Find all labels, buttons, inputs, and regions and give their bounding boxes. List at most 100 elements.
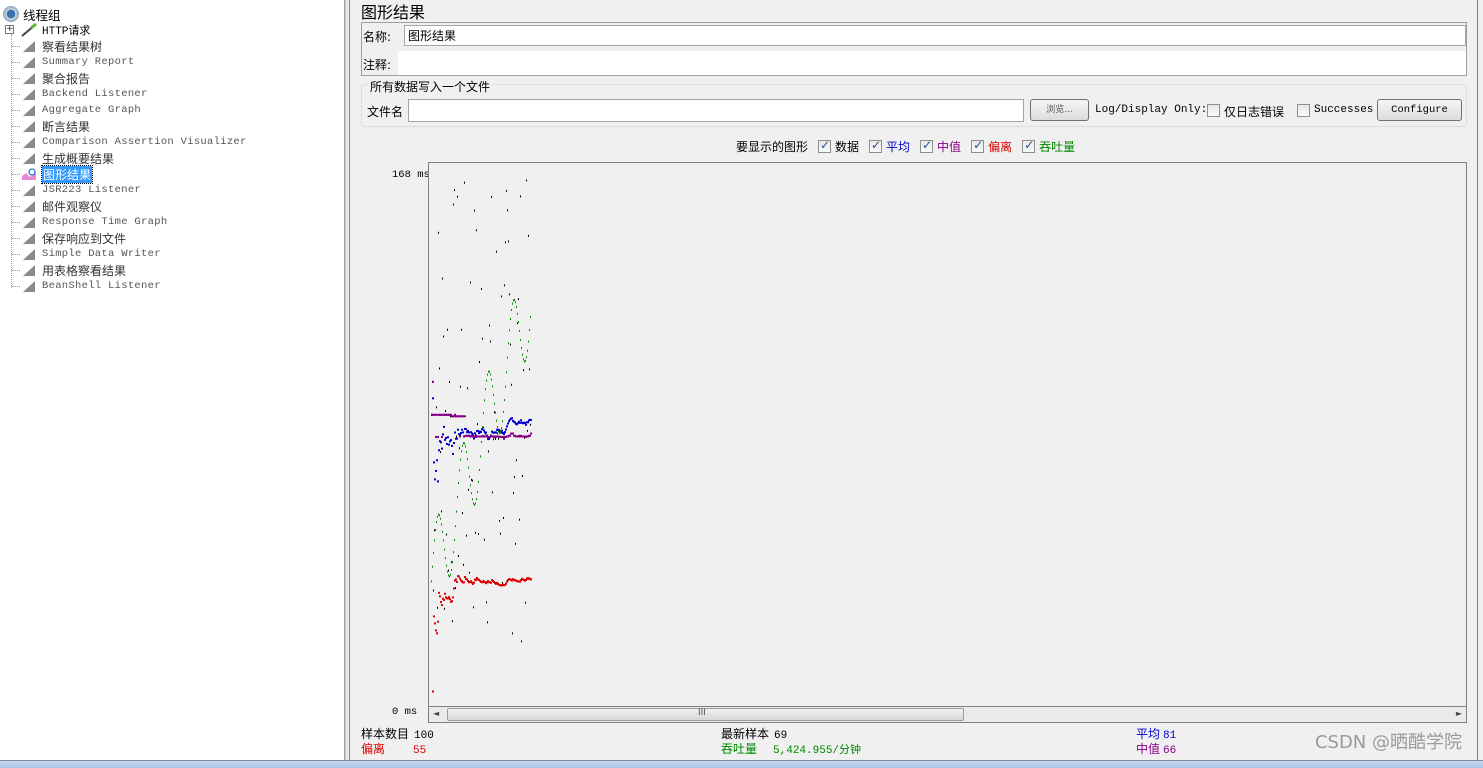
throughput-point	[474, 503, 475, 506]
throughput-point	[444, 548, 445, 551]
tree-node-listener[interactable]: 用表格察看结果	[22, 262, 126, 278]
graph-option-0[interactable]: 数据	[818, 138, 859, 155]
filename-input[interactable]	[408, 99, 1024, 122]
test-plan-tree[interactable]: Test Plan 线程组 + HTTP请求 察看结果树 Summary Repo…	[0, 0, 345, 760]
data-point	[444, 607, 445, 610]
data-point	[475, 531, 476, 534]
graph-option-label: 偏离	[988, 139, 1013, 154]
tree-node-listener[interactable]: 聚合报告	[22, 70, 90, 86]
successes-checkbox[interactable]	[1297, 104, 1310, 117]
tree-node-listener[interactable]: Simple Data Writer	[22, 246, 161, 262]
errors-only-checkbox[interactable]	[1207, 104, 1220, 117]
graph-option-checkbox[interactable]	[869, 138, 883, 153]
average-point	[501, 429, 503, 432]
throughput-point	[452, 561, 453, 564]
taskbar-strip	[0, 760, 1483, 768]
data-point	[518, 298, 519, 301]
average-point	[442, 433, 444, 436]
median-point	[431, 413, 433, 416]
throughput-point	[485, 388, 486, 391]
scrollbar-thumb[interactable]: III	[447, 708, 964, 721]
data-point	[497, 432, 498, 435]
tree-node-listener[interactable]: BeanShell Listener	[22, 278, 161, 294]
throughput-point	[461, 450, 462, 453]
data-point	[513, 491, 514, 494]
graph-option-checkbox[interactable]	[1022, 138, 1036, 153]
tree-node-listener[interactable]: Response Time Graph	[22, 214, 167, 230]
tree-node-listener[interactable]: Aggregate Graph	[22, 102, 141, 118]
throughput-point	[479, 469, 480, 472]
throughput-point	[522, 353, 523, 356]
throughput-point	[480, 455, 481, 458]
deviation-point	[473, 581, 475, 584]
graph-option-4[interactable]: 吞吐量	[1022, 138, 1075, 155]
throughput-point	[459, 469, 460, 472]
throughput-point	[524, 360, 525, 363]
throughput-point	[471, 492, 472, 495]
tree-node-listener[interactable]: 生成概要结果	[22, 150, 114, 166]
average-point	[462, 431, 464, 434]
tree-node-listener[interactable]: 察看结果树	[22, 38, 102, 54]
listener-chart-icon	[22, 56, 36, 68]
tree-connector-line	[12, 270, 20, 271]
name-input[interactable]: 图形结果	[404, 25, 1466, 46]
graph-horizontal-scrollbar[interactable]: ◄ III ►	[428, 706, 1467, 723]
tree-node-listener[interactable]: JSR223 Listener	[22, 182, 141, 198]
throughput-point	[516, 306, 517, 309]
median-point	[529, 434, 531, 437]
tree-node-listener[interactable]: 图形结果	[22, 164, 94, 184]
results-graph-svg	[431, 179, 532, 693]
throughput-point	[465, 445, 466, 448]
listener-chart-icon	[22, 152, 36, 164]
average-point	[437, 480, 439, 483]
scroll-left-arrow-icon[interactable]: ◄	[433, 709, 439, 718]
tree-node-thread-group[interactable]: 线程组	[3, 6, 61, 23]
average-point	[519, 421, 521, 424]
median-point	[503, 437, 505, 440]
average-point	[444, 438, 446, 441]
throughput-point	[439, 514, 440, 517]
data-point	[493, 438, 494, 441]
data-point	[454, 189, 455, 192]
average-point	[447, 436, 449, 439]
comment-input[interactable]	[398, 51, 1466, 75]
average-point	[453, 442, 455, 445]
data-point	[499, 519, 500, 522]
graph-option-checkbox[interactable]	[818, 138, 832, 153]
average-point	[445, 436, 447, 439]
throughput-point	[521, 346, 522, 349]
tree-node-listener[interactable]: Backend Listener	[22, 86, 148, 102]
average-point	[504, 431, 506, 434]
median-point	[459, 435, 461, 438]
median-point	[464, 415, 466, 418]
tree-node-listener[interactable]: 邮件观察仪	[22, 198, 102, 214]
configure-button[interactable]: Configure	[1377, 99, 1462, 121]
graph-option-2[interactable]: 中值	[920, 138, 961, 155]
data-point	[477, 423, 478, 426]
tree-node-listener[interactable]: 断言结果	[22, 118, 90, 134]
deviation-point	[432, 690, 434, 693]
data-point	[508, 240, 509, 243]
tree-node-listener[interactable]: Comparison Assertion Visualizer	[22, 134, 247, 150]
average-point	[456, 437, 458, 440]
tree-node-label: Aggregate Graph	[42, 104, 142, 116]
graph-option-3[interactable]: 偏离	[971, 138, 1012, 155]
median-point	[458, 415, 460, 418]
graph-option-checkbox[interactable]	[971, 138, 985, 153]
data-point	[446, 533, 447, 536]
tree-root-label[interactable]: Test Plan	[4, 0, 63, 4]
throughput-point	[436, 521, 437, 524]
browse-button[interactable]: 浏览...	[1030, 99, 1089, 121]
average-point	[472, 433, 474, 436]
tree-node-listener[interactable]: Summary Report	[22, 54, 134, 70]
graph-option-1[interactable]: 平均	[869, 138, 910, 155]
graph-results-icon	[22, 168, 36, 180]
expand-toggle-icon[interactable]: +	[5, 25, 14, 34]
graph-option-checkbox[interactable]	[920, 138, 934, 153]
data-point	[530, 423, 531, 426]
tree-node-listener[interactable]: 保存响应到文件	[22, 230, 126, 246]
tree-node-http-request[interactable]: HTTP请求	[20, 22, 90, 38]
throughput-point	[498, 430, 499, 433]
tree-connector-line	[12, 222, 20, 223]
scroll-right-arrow-icon[interactable]: ►	[1456, 709, 1462, 718]
